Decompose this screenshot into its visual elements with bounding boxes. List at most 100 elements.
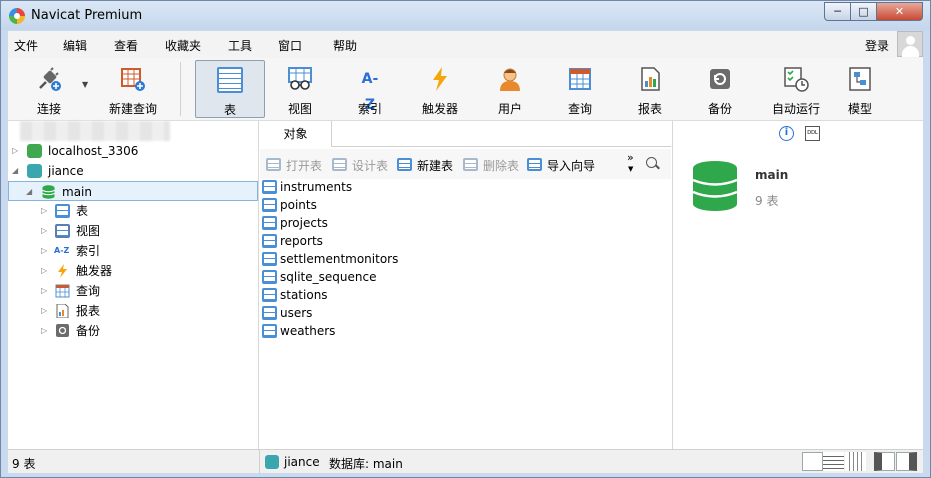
- import-wizard-icon: [527, 158, 542, 171]
- connection-tree[interactable]: ▷ localhost_3306 ◢ jiance ◢ main ▷ 表 ▷ 视…: [8, 121, 259, 449]
- expand-arrow-icon[interactable]: ▷: [41, 301, 47, 321]
- table-icon: [262, 288, 277, 302]
- close-button[interactable]: ✕: [876, 2, 923, 21]
- table-row[interactable]: sqlite_sequence: [262, 268, 376, 286]
- open-table-button[interactable]: 打开表: [266, 157, 322, 173]
- model-button[interactable]: 模型: [825, 60, 895, 118]
- expand-arrow-icon[interactable]: ▷: [41, 281, 47, 301]
- tree-item-label: 视图: [76, 224, 101, 238]
- table-icon: [262, 216, 277, 230]
- table-row[interactable]: weathers: [262, 322, 335, 340]
- new-table-icon: [397, 158, 412, 171]
- design-table-button[interactable]: 设计表: [332, 157, 388, 173]
- menu-help[interactable]: 帮助: [333, 37, 357, 54]
- delete-table-button[interactable]: 删除表: [463, 157, 519, 173]
- user-button[interactable]: 用户: [475, 60, 545, 118]
- index-button[interactable]: A-Z 索引: [335, 60, 405, 118]
- menu-view[interactable]: 查看: [114, 37, 138, 54]
- tree-item-label: 备份: [76, 324, 101, 338]
- toggle-right-pane-icon[interactable]: [896, 452, 917, 471]
- view-button[interactable]: 视图: [265, 60, 335, 118]
- table-name: sqlite_sequence: [280, 270, 377, 284]
- tree-item-database-main[interactable]: ◢ main: [8, 181, 258, 201]
- table-button[interactable]: 表: [195, 60, 265, 118]
- expand-arrow-icon[interactable]: ▷: [41, 221, 47, 241]
- tree-item-connection-jiance[interactable]: ◢ jiance: [8, 161, 258, 181]
- connect-button[interactable]: 连接: [18, 60, 80, 118]
- expand-arrow-icon[interactable]: ▷: [41, 261, 47, 281]
- login-link[interactable]: 登录: [865, 37, 889, 54]
- delete-table-label: 删除表: [483, 159, 520, 173]
- large-icons-view-icon[interactable]: [802, 452, 823, 471]
- table-icon: [262, 324, 277, 338]
- user-icon: [500, 68, 520, 91]
- table-name: stations: [280, 288, 328, 302]
- expand-arrow-icon[interactable]: ▷: [41, 241, 47, 261]
- ddl-icon[interactable]: DDL: [805, 126, 820, 141]
- report-icon: [641, 67, 660, 91]
- new-table-button[interactable]: 新建表: [397, 157, 453, 173]
- table-name: points: [280, 198, 317, 212]
- toolbar-overflow-dropdown-icon[interactable]: ▼: [628, 165, 633, 173]
- status-connection: jiance: [284, 455, 320, 469]
- backup-button[interactable]: 备份: [685, 60, 755, 118]
- table-row[interactable]: projects: [262, 214, 328, 232]
- minimize-button[interactable]: ─: [824, 2, 851, 21]
- avatar-icon[interactable]: [897, 31, 923, 57]
- table-count: 9 表: [755, 194, 779, 208]
- collapse-arrow-icon[interactable]: ◢: [12, 161, 18, 181]
- tab-objects[interactable]: 对象: [260, 121, 332, 147]
- table-row[interactable]: reports: [262, 232, 323, 250]
- lightning-icon: [58, 264, 67, 278]
- tree-item-indexes[interactable]: ▷ A-Z 索引: [8, 241, 258, 261]
- expand-arrow-icon[interactable]: ▷: [41, 321, 47, 341]
- table-icon: [262, 180, 277, 194]
- toggle-left-pane-icon[interactable]: [874, 452, 895, 471]
- search-icon[interactable]: [646, 157, 660, 171]
- menu-edit[interactable]: 编辑: [63, 37, 87, 54]
- tree-item-tables[interactable]: ▷ 表: [8, 201, 258, 221]
- view-icon: [55, 224, 70, 238]
- table-icon: [262, 252, 277, 266]
- expand-arrow-icon[interactable]: ▷: [12, 141, 18, 161]
- content-area: ▷ localhost_3306 ◢ jiance ◢ main ▷ 表 ▷ 视…: [8, 121, 923, 449]
- tree-item-triggers[interactable]: ▷ 触发器: [8, 261, 258, 281]
- menu-window[interactable]: 窗口: [278, 37, 302, 54]
- tree-item-label: 查询: [76, 284, 101, 298]
- table-row[interactable]: users: [262, 304, 312, 322]
- trigger-button[interactable]: 触发器: [405, 60, 475, 118]
- info-icon[interactable]: i: [779, 126, 794, 141]
- status-table-count: 9 表: [12, 457, 36, 471]
- tree-item-label: localhost_3306: [48, 144, 139, 158]
- new-query-icon: [121, 68, 145, 91]
- expand-arrow-icon[interactable]: ▷: [41, 201, 47, 221]
- connect-dropdown-arrow-icon[interactable]: ▼: [82, 80, 88, 89]
- report-button[interactable]: 报表: [615, 60, 685, 118]
- query-button[interactable]: 查询: [545, 60, 615, 118]
- title-bar[interactable]: Navicat Premium ─ □ ✕: [1, 1, 930, 30]
- tree-item-backups[interactable]: ▷ 备份: [8, 321, 258, 341]
- collapse-arrow-icon[interactable]: ◢: [26, 182, 32, 202]
- sqlite-connection-icon: [265, 455, 279, 469]
- detail-view-icon[interactable]: [845, 452, 866, 471]
- list-view-icon[interactable]: [823, 452, 844, 471]
- tree-item-reports[interactable]: ▷ 报表: [8, 301, 258, 321]
- new-table-label: 新建表: [417, 159, 454, 173]
- table-row[interactable]: stations: [262, 286, 328, 304]
- table-row[interactable]: points: [262, 196, 317, 214]
- tree-item-views[interactable]: ▷ 视图: [8, 221, 258, 241]
- tree-item-connection-localhost[interactable]: ▷ localhost_3306: [8, 141, 258, 161]
- menu-favorites[interactable]: 收藏夹: [165, 37, 201, 54]
- view-label: 视图: [287, 102, 312, 116]
- import-wizard-button[interactable]: 导入向导: [527, 157, 595, 173]
- table-row[interactable]: settlementmonitors: [262, 250, 398, 268]
- menu-file[interactable]: 文件: [14, 37, 38, 54]
- table-row[interactable]: instruments: [262, 178, 352, 196]
- new-query-label: 新建查询: [108, 102, 157, 116]
- tree-item-queries[interactable]: ▷ 查询: [8, 281, 258, 301]
- table-name: reports: [280, 234, 323, 248]
- maximize-button[interactable]: □: [850, 2, 877, 21]
- toolbar-overflow-chevron-icon[interactable]: »: [627, 151, 634, 164]
- menu-tools[interactable]: 工具: [228, 37, 252, 54]
- new-query-button[interactable]: 新建查询: [94, 60, 172, 118]
